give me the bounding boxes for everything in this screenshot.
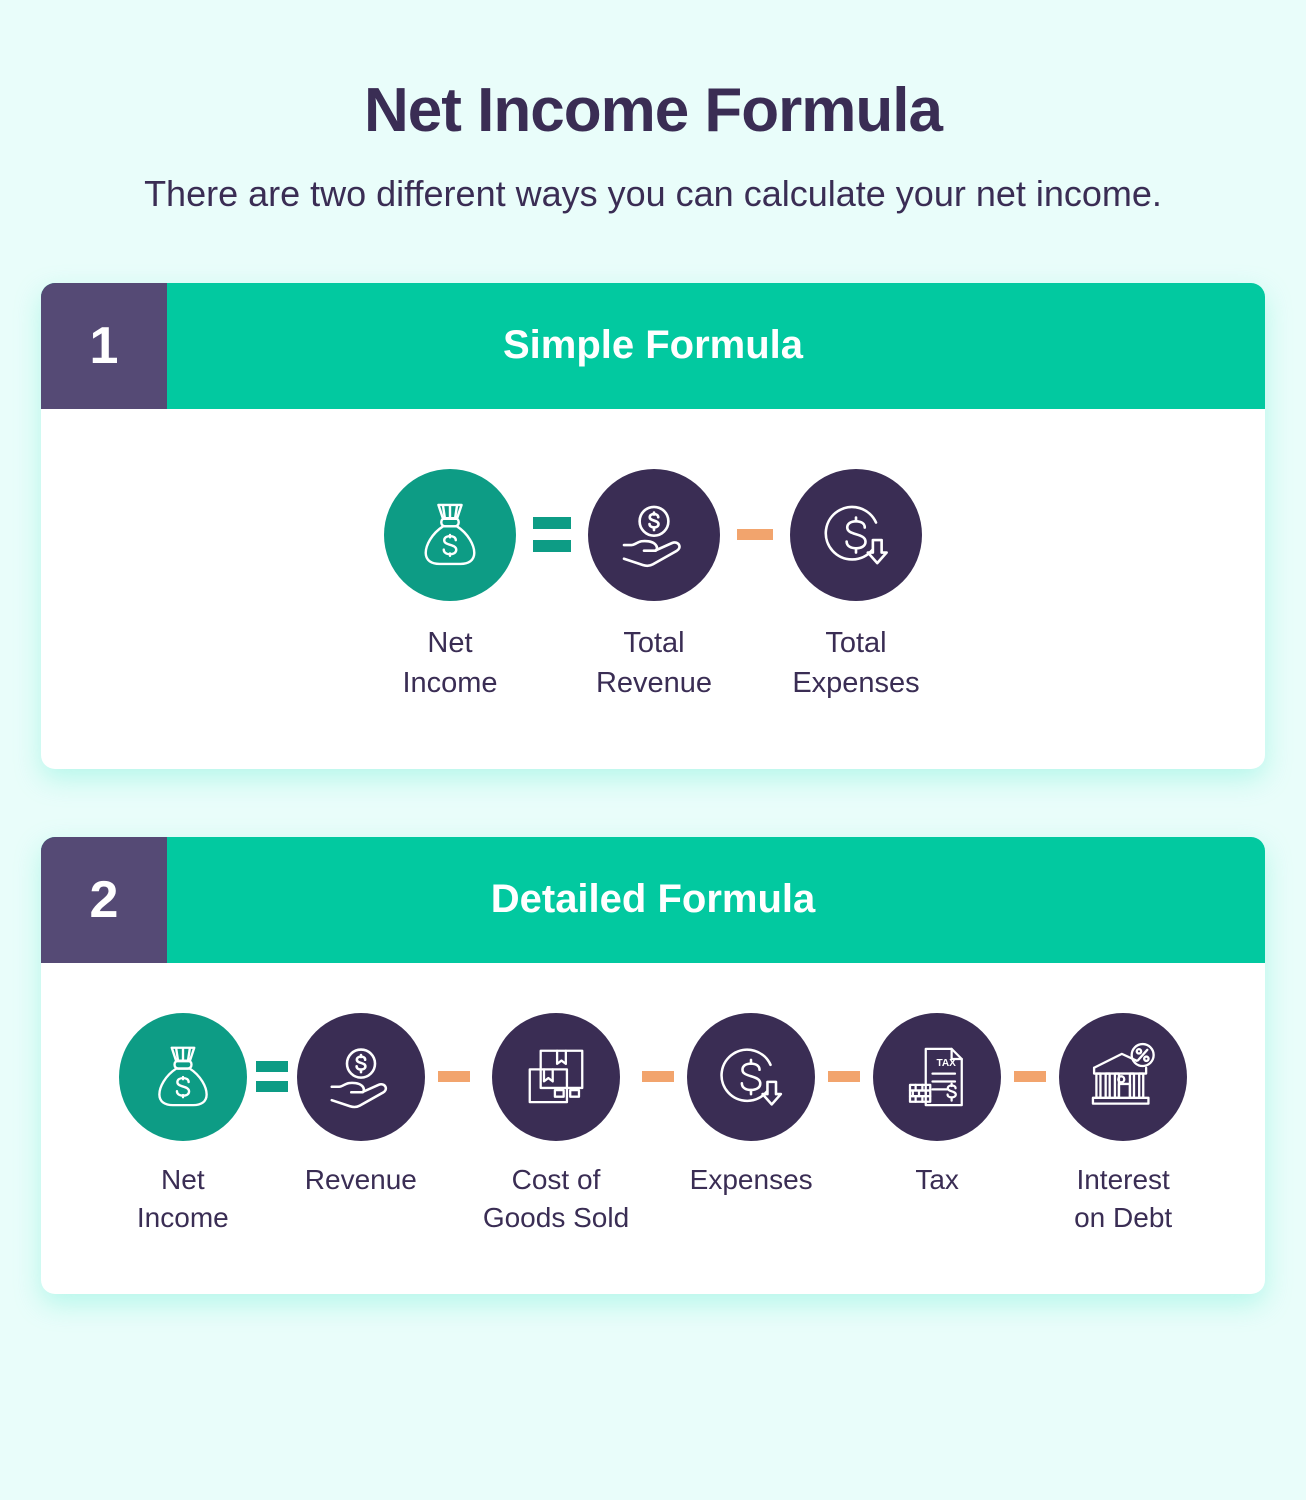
term-interest-on-debt: Interest on Debt — [1059, 1012, 1188, 1238]
minus-sign-icon — [629, 1013, 687, 1141]
term-tax: TAX Tax — [873, 1012, 1002, 1200]
page-title: Net Income Formula — [364, 76, 943, 145]
minus-sign-icon — [720, 469, 790, 601]
term-label: Cost of Goods Sold — [482, 1163, 630, 1234]
card-simple-formula: 1 Simple Formula Net Income Total Revenu… — [41, 282, 1265, 769]
money-bag-icon — [118, 1012, 247, 1141]
term-label: Tax — [915, 1163, 959, 1195]
formula-row-detailed: Net Income Revenue Cost of Goods Sold Ex… — [41, 963, 1265, 1294]
card-header-detailed: 2 Detailed Formula — [41, 836, 1265, 963]
boxes-icon — [491, 1012, 620, 1141]
card-number-badge-1: 1 — [41, 282, 167, 409]
infographic-page: Net Income Formula There are two differe… — [0, 0, 1306, 1500]
equals-sign-icon — [516, 469, 588, 601]
term-label: Total Revenue — [595, 626, 713, 699]
minus-sign-icon — [815, 1013, 873, 1141]
formula-row-simple: Net Income Total Revenue Total Expenses — [41, 409, 1265, 769]
card-header-simple: 1 Simple Formula — [41, 282, 1265, 409]
card-title-simple: Simple Formula — [502, 323, 804, 368]
term-net-income: Net Income — [118, 1012, 247, 1238]
dollar-down-arrow-icon — [790, 468, 922, 601]
term-label: Interest on Debt — [1074, 1163, 1173, 1234]
term-total-expenses: Total Expenses — [790, 468, 922, 703]
card-number-badge-2: 2 — [41, 836, 167, 963]
minus-sign-icon — [1001, 1013, 1059, 1141]
hand-holding-coin-icon — [296, 1012, 425, 1141]
term-total-revenue: Total Revenue — [588, 468, 720, 703]
term-expenses: Expenses — [687, 1012, 816, 1200]
term-cost-of-goods-sold: Cost of Goods Sold — [482, 1012, 630, 1238]
term-label: Net Income — [136, 1163, 229, 1234]
hand-holding-coin-icon — [588, 468, 720, 601]
tax-document-icon: TAX — [873, 1012, 1002, 1141]
dollar-down-arrow-icon — [687, 1012, 816, 1141]
term-label: Expenses — [689, 1163, 813, 1195]
equals-sign-icon — [247, 1013, 297, 1141]
bank-percent-icon — [1059, 1012, 1188, 1141]
svg-text:TAX: TAX — [937, 1058, 957, 1069]
money-bag-icon — [384, 468, 516, 601]
term-label: Revenue — [304, 1163, 417, 1195]
card-detailed-formula: 2 Detailed Formula Net Income Revenue Co… — [41, 836, 1265, 1295]
term-label: Net Income — [402, 626, 498, 699]
minus-sign-icon — [425, 1013, 483, 1141]
card-title-detailed: Detailed Formula — [490, 877, 816, 922]
term-net-income: Net Income — [384, 468, 516, 703]
term-revenue: Revenue — [296, 1012, 425, 1200]
page-subtitle: There are two different ways you can cal… — [144, 173, 1162, 215]
term-label: Total Expenses — [792, 626, 920, 699]
